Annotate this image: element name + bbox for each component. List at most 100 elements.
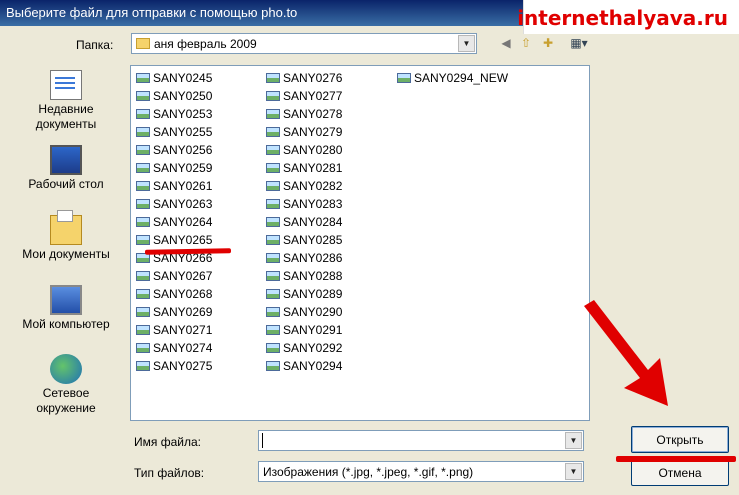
- file-name: SANY0278: [283, 107, 343, 121]
- place-label: документы: [35, 117, 97, 131]
- file-item[interactable]: SANY0282: [266, 179, 342, 193]
- file-item[interactable]: SANY0294_NEW: [397, 71, 508, 85]
- file-item[interactable]: SANY0255: [136, 125, 212, 139]
- file-name: SANY0279: [283, 125, 343, 139]
- chevron-down-icon[interactable]: ▼: [565, 432, 582, 449]
- place-my-documents[interactable]: Мои документы: [10, 210, 122, 262]
- file-item[interactable]: SANY0292: [266, 341, 342, 355]
- image-file-icon: [136, 216, 150, 227]
- file-item[interactable]: SANY0274: [136, 341, 212, 355]
- image-file-icon: [266, 144, 280, 155]
- place-my-computer[interactable]: Мой компьютер: [10, 285, 122, 332]
- file-name: SANY0294: [283, 359, 343, 373]
- file-item[interactable]: SANY0277: [266, 89, 342, 103]
- folder-label: Папка:: [76, 38, 114, 52]
- file-name: SANY0291: [283, 323, 343, 337]
- back-icon[interactable]: ◀: [498, 35, 514, 51]
- file-name: SANY0250: [153, 89, 213, 103]
- file-item[interactable]: SANY0264: [136, 215, 212, 229]
- my-computer-icon: [50, 285, 82, 315]
- file-name: SANY0269: [153, 305, 213, 319]
- image-file-icon: [136, 342, 150, 353]
- file-item[interactable]: SANY0261: [136, 179, 212, 193]
- highlight-underline: [616, 456, 736, 462]
- file-item[interactable]: SANY0278: [266, 107, 342, 121]
- file-item[interactable]: SANY0285: [266, 233, 342, 247]
- image-file-icon: [397, 72, 411, 83]
- places-bar: Недавние документы Рабочий стол Мои доку…: [10, 62, 122, 424]
- place-desktop[interactable]: Рабочий стол: [10, 145, 122, 192]
- current-folder: аня февраль 2009: [154, 37, 257, 51]
- file-item[interactable]: SANY0259: [136, 161, 212, 175]
- image-file-icon: [266, 198, 280, 209]
- file-name: SANY0289: [283, 287, 343, 301]
- file-item[interactable]: SANY0256: [136, 143, 212, 157]
- file-item[interactable]: SANY0283: [266, 197, 342, 211]
- file-item[interactable]: SANY0276: [266, 71, 342, 85]
- file-item[interactable]: SANY0268: [136, 287, 212, 301]
- file-item[interactable]: SANY0288: [266, 269, 342, 283]
- file-name: SANY0288: [283, 269, 343, 283]
- filetype-value: Изображения (*.jpg, *.jpeg, *.gif, *.png…: [263, 465, 474, 479]
- file-item[interactable]: SANY0269: [136, 305, 212, 319]
- file-item[interactable]: SANY0245: [136, 71, 212, 85]
- file-list[interactable]: SANY0245 SANY0250 SANY0253 SANY0255 SANY0256…: [130, 65, 590, 421]
- place-recent-documents[interactable]: Недавние документы: [10, 70, 122, 132]
- file-item[interactable]: SANY0275: [136, 359, 212, 373]
- image-file-icon: [266, 216, 280, 227]
- image-file-icon: [266, 252, 280, 263]
- image-file-icon: [136, 180, 150, 191]
- file-item[interactable]: SANY0289: [266, 287, 342, 301]
- open-button[interactable]: Открыть: [631, 426, 729, 453]
- image-file-icon: [266, 324, 280, 335]
- recent-docs-icon: [50, 70, 82, 100]
- place-network[interactable]: Сетевое окружение: [10, 354, 122, 416]
- file-item[interactable]: SANY0253: [136, 107, 212, 121]
- place-label: Рабочий стол: [28, 177, 104, 191]
- image-file-icon: [136, 270, 150, 281]
- file-name: SANY0292: [283, 341, 343, 355]
- filetype-select[interactable]: Изображения (*.jpg, *.jpeg, *.gif, *.png…: [258, 461, 584, 482]
- file-item[interactable]: SANY0281: [266, 161, 342, 175]
- file-name: SANY0294_NEW: [414, 71, 509, 85]
- file-item[interactable]: SANY0280: [266, 143, 342, 157]
- cancel-button[interactable]: Отмена: [631, 459, 729, 486]
- file-item[interactable]: SANY0279: [266, 125, 342, 139]
- view-menu-icon[interactable]: ▦▾: [566, 35, 592, 51]
- file-item[interactable]: SANY0286: [266, 251, 342, 265]
- file-item[interactable]: SANY0250: [136, 89, 212, 103]
- file-item[interactable]: SANY0271: [136, 323, 212, 337]
- file-item[interactable]: SANY0265: [136, 233, 212, 247]
- folder-icon: [136, 38, 150, 50]
- place-label: Недавние: [38, 102, 94, 116]
- image-file-icon: [266, 126, 280, 137]
- chevron-down-icon[interactable]: ▼: [565, 463, 582, 480]
- image-file-icon: [136, 108, 150, 119]
- file-item[interactable]: SANY0263: [136, 197, 212, 211]
- file-name: SANY0271: [153, 323, 213, 337]
- file-name: SANY0259: [153, 161, 213, 175]
- filename-field[interactable]: ▼: [258, 430, 584, 451]
- image-file-icon: [266, 180, 280, 191]
- file-item[interactable]: SANY0267: [136, 269, 212, 283]
- desktop-icon: [50, 145, 82, 175]
- folder-combo[interactable]: аня февраль 2009 ▼: [131, 33, 477, 54]
- network-icon: [50, 354, 82, 384]
- file-name: SANY0268: [153, 287, 213, 301]
- chevron-down-icon[interactable]: ▼: [458, 35, 475, 52]
- up-folder-icon[interactable]: ⇧: [518, 35, 534, 51]
- file-item[interactable]: SANY0290: [266, 305, 342, 319]
- file-item[interactable]: SANY0294: [266, 359, 342, 373]
- filename-label: Имя файла:: [134, 435, 201, 449]
- file-name: SANY0286: [283, 251, 343, 265]
- place-label: Мой компьютер: [22, 317, 110, 331]
- image-file-icon: [136, 234, 150, 245]
- file-item[interactable]: SANY0284: [266, 215, 342, 229]
- file-name: SANY0245: [153, 71, 213, 85]
- image-file-icon: [266, 72, 280, 83]
- file-item[interactable]: SANY0291: [266, 323, 342, 337]
- new-folder-icon[interactable]: ✚: [540, 35, 556, 51]
- place-label: Сетевое: [42, 386, 90, 400]
- file-name: SANY0290: [283, 305, 343, 319]
- image-file-icon: [136, 162, 150, 173]
